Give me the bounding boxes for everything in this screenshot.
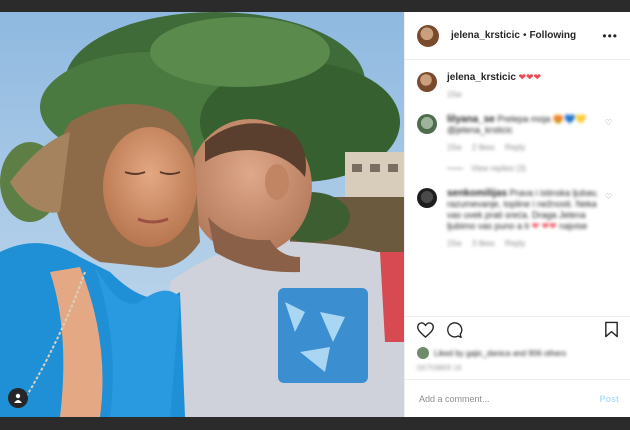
comment-like-icon[interactable]: ♡ (605, 192, 612, 201)
comment-username[interactable]: senkomilijas (447, 188, 507, 199)
header-separator: • (522, 30, 527, 41)
view-replies-button[interactable]: View replies (3) (447, 163, 607, 174)
comment-text-end: najvise (559, 221, 588, 231)
view-replies-label: View replies (3) (471, 164, 526, 173)
comment-time: 15w (447, 239, 462, 248)
comment-item: lilyana_se Prelepa moja 😍💙💛 @jelena_krst… (417, 114, 618, 174)
caption: jelena_krsticic ❤❤❤ 15w (417, 72, 618, 100)
liked-by-text: Liked by gajic_danica and 906 others (434, 348, 567, 358)
caption-hearts: ❤❤❤ (518, 72, 542, 82)
comment-meta: 15w 2 likes Reply (447, 142, 607, 153)
post-date: OCTOBER 18 (417, 365, 462, 372)
post-actions: Liked by gajic_danica and 906 others OCT… (405, 316, 630, 372)
comment-heart-glyph: ❤ (531, 221, 540, 231)
add-comment-input[interactable] (417, 392, 600, 405)
liker-avatar (417, 347, 429, 359)
author-avatar[interactable] (417, 24, 439, 47)
post-photo[interactable] (0, 12, 404, 417)
bookmark-icon[interactable] (604, 321, 619, 343)
post-side-panel: jelena_krsticic • Following ••• jelena_k… (404, 12, 630, 417)
reply-button[interactable]: Reply (505, 239, 525, 248)
liked-by[interactable]: Liked by gajic_danica and 906 others (417, 347, 619, 359)
comment-avatar[interactable] (417, 188, 437, 208)
author-username[interactable]: jelena_krsticic (451, 30, 520, 41)
caption-username[interactable]: jelena_krsticic (447, 72, 516, 83)
following-button[interactable]: Following (529, 30, 576, 41)
comment-username[interactable]: lilyana_se (447, 114, 495, 125)
comment-like-icon[interactable]: ♡ (605, 118, 612, 127)
comment-heart-glyph-2: ❤❤ (541, 221, 557, 231)
comment-meta: 15w 3 likes Reply (447, 238, 607, 249)
caption-time: 15w (447, 90, 462, 99)
more-icon[interactable]: ••• (602, 29, 618, 43)
tagged-user-icon[interactable] (8, 388, 28, 408)
add-comment-bar: Post (405, 379, 630, 417)
photo-illustration (0, 12, 404, 417)
comments-list: jelena_krsticic ❤❤❤ 15w lilyana_se Prele… (405, 60, 630, 322)
caption-avatar[interactable] (417, 72, 437, 92)
post-header: jelena_krsticic • Following ••• (405, 12, 630, 60)
like-heart-icon[interactable] (416, 321, 435, 343)
post-button[interactable]: Post (599, 394, 619, 404)
post-modal: jelena_krsticic • Following ••• jelena_k… (0, 12, 630, 417)
reply-button[interactable]: Reply (505, 143, 525, 152)
comment-bubble-icon[interactable] (446, 321, 463, 343)
comment-item: senkomilijas Prava i istinska ljubav, ra… (417, 188, 618, 249)
comment-likes[interactable]: 2 likes (472, 143, 495, 152)
comment-avatar[interactable] (417, 114, 437, 134)
comment-likes[interactable]: 3 likes (472, 239, 495, 248)
comment-time: 15w (447, 143, 462, 152)
